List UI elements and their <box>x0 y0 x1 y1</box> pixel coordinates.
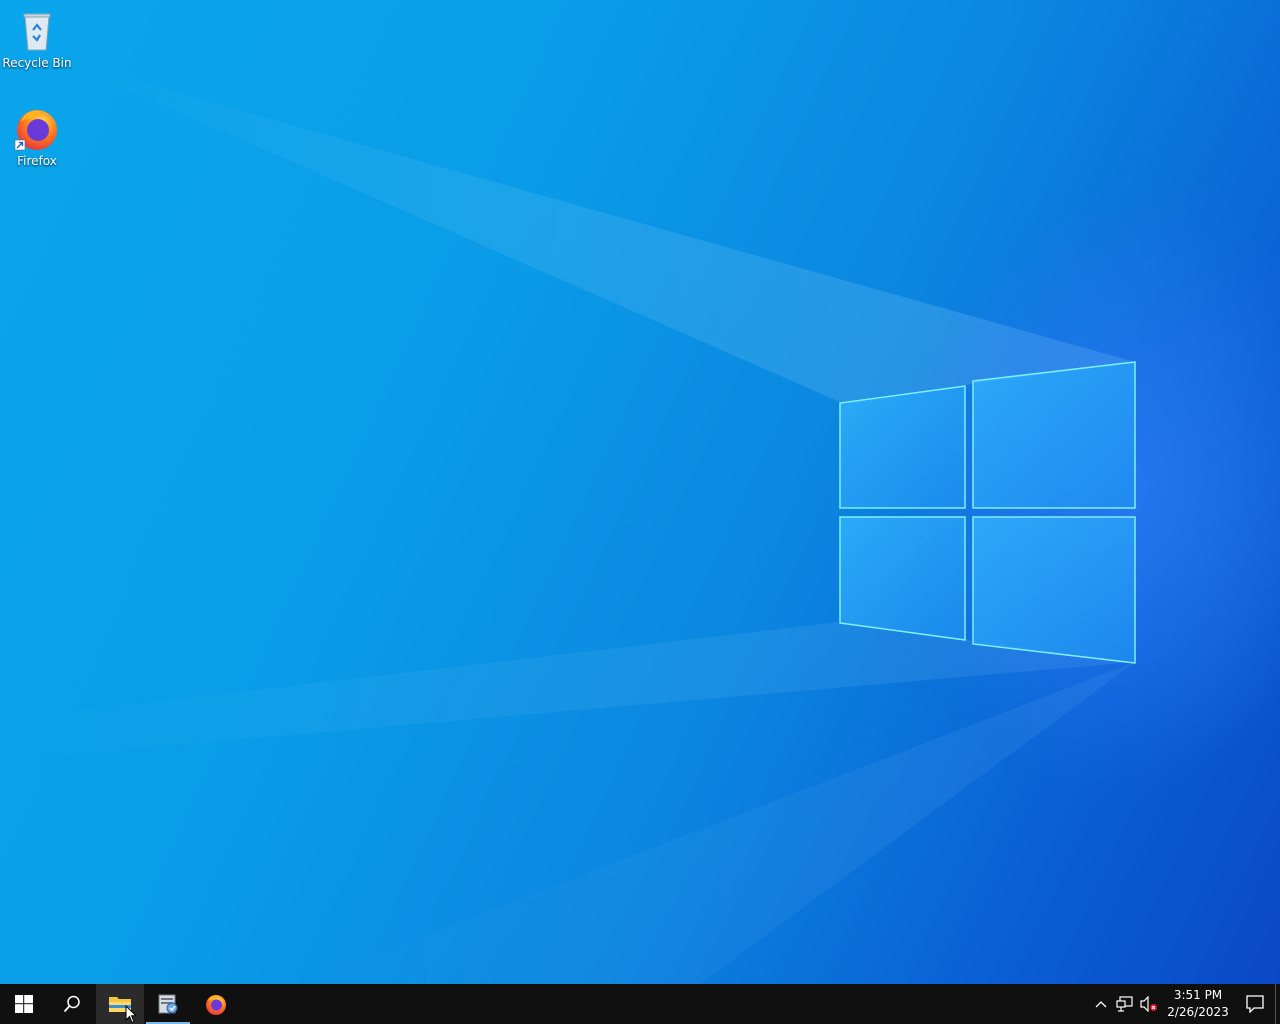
clock-time: 3:51 PM <box>1173 988 1223 1002</box>
recycle-bin-icon <box>13 6 61 54</box>
firefox-icon <box>206 995 226 1015</box>
recycle-bin-shortcut[interactable]: Recycle Bin <box>0 6 74 70</box>
show-desktop-button[interactable] <box>1275 984 1280 1024</box>
firefox-shortcut[interactable]: Firefox <box>0 104 74 168</box>
action-center-icon <box>1246 995 1264 1013</box>
firefox-label: Firefox <box>17 154 57 168</box>
search-icon <box>63 995 80 1013</box>
wallpaper <box>0 60 1280 984</box>
system-tray: 3:51 PM 2/26/2023 <box>1089 984 1280 1024</box>
show-hidden-icons-button[interactable] <box>1089 984 1113 1024</box>
server-manager-icon <box>158 994 178 1014</box>
clock-date: 2/26/2023 <box>1167 1005 1229 1019</box>
firefox-icon <box>13 104 61 152</box>
start-button[interactable] <box>0 984 48 1024</box>
mouse-cursor-icon <box>125 1005 137 1024</box>
firefox-taskbar-button[interactable] <box>192 984 240 1024</box>
taskbar: 3:51 PM 2/26/2023 <box>0 984 1280 1024</box>
chevron-up-icon <box>1095 1001 1107 1008</box>
network-tray-button[interactable] <box>1113 984 1137 1024</box>
action-center-button[interactable] <box>1235 984 1275 1024</box>
desktop[interactable]: Recycle Bin Firefox <box>0 0 1280 984</box>
volume-tray-button[interactable] <box>1137 984 1161 1024</box>
clock[interactable]: 3:51 PM 2/26/2023 <box>1161 984 1235 1024</box>
windows-logo-icon <box>15 995 33 1013</box>
volume-muted-icon <box>1140 996 1157 1012</box>
server-manager-button[interactable] <box>144 984 192 1024</box>
search-button[interactable] <box>48 984 96 1024</box>
recycle-bin-label: Recycle Bin <box>2 56 72 70</box>
network-icon <box>1116 996 1133 1012</box>
